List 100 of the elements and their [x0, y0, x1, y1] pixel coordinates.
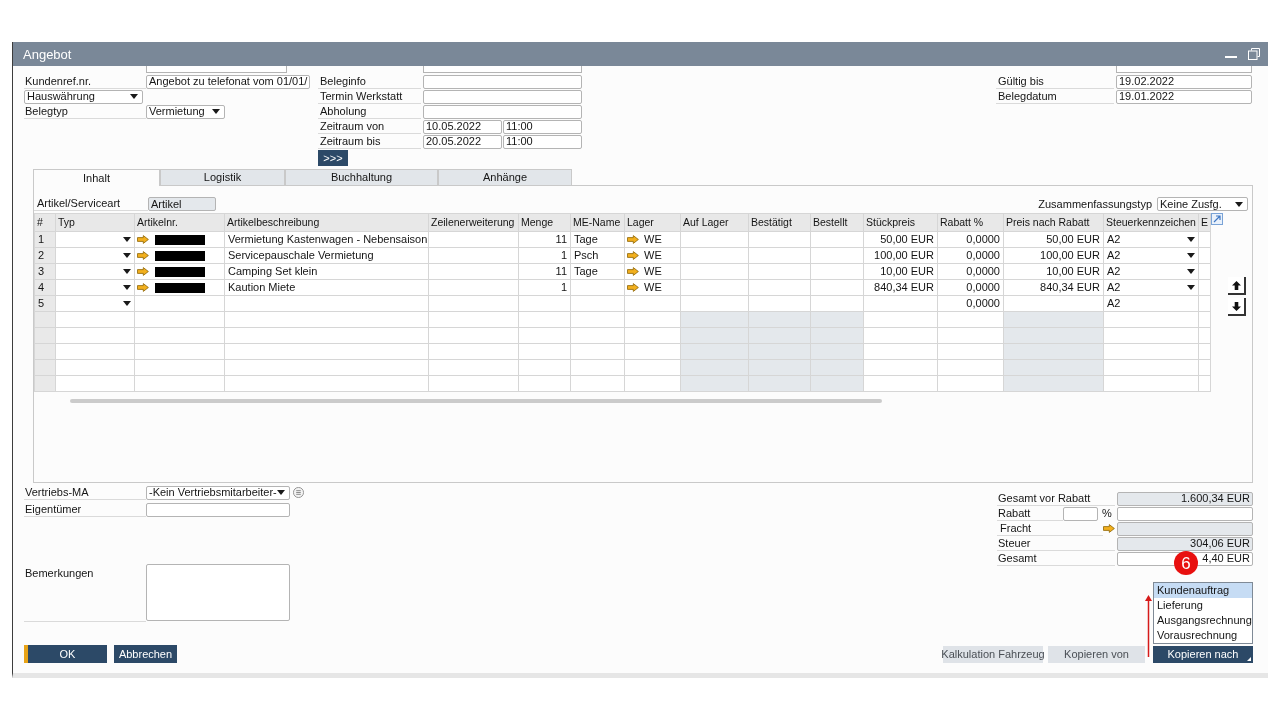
input-field[interactable]: [1063, 506, 1098, 521]
step-badge: 6: [1174, 551, 1198, 575]
input-field[interactable]: 11:00: [503, 134, 582, 149]
column-header[interactable]: Typ: [56, 214, 135, 232]
column-header[interactable]: Bestätigt: [749, 214, 811, 232]
menu-item[interactable]: Kundenauftrag: [1154, 583, 1252, 598]
column-header[interactable]: ME-Name: [571, 214, 625, 232]
column-header[interactable]: Rabatt %: [938, 214, 1004, 232]
arrow-right-icon[interactable]: [137, 267, 149, 276]
column-header[interactable]: Auf Lager: [681, 214, 749, 232]
column-header[interactable]: Steuerkennzeichen: [1104, 214, 1199, 232]
arrow-right-icon[interactable]: [627, 283, 639, 292]
dropdown[interactable]: Keine Zusfg.: [1157, 197, 1248, 211]
dropdown[interactable]: Hauswährung: [24, 89, 143, 104]
dropdown[interactable]: Vermietung: [146, 104, 225, 119]
caret-icon[interactable]: [1187, 269, 1195, 274]
input-field[interactable]: [146, 502, 290, 517]
input-field[interactable]: 1.600,34 EUR: [1117, 491, 1253, 506]
input-field[interactable]: 19.01.2022: [1116, 89, 1252, 104]
table-cell: [749, 280, 811, 296]
caret-icon[interactable]: [212, 109, 220, 114]
column-header[interactable]: Artikelbeschreibung: [225, 214, 429, 232]
caret-icon[interactable]: [1187, 253, 1195, 258]
input-field[interactable]: [1116, 66, 1252, 73]
input-field[interactable]: [146, 66, 287, 73]
tab[interactable]: Logistik: [160, 169, 285, 185]
tab[interactable]: Anhänge: [438, 169, 572, 185]
column-header[interactable]: Bestellt: [811, 214, 864, 232]
action-button[interactable]: Kalkulation Fahrzeug: [943, 646, 1043, 663]
caret-icon[interactable]: [123, 253, 131, 258]
field-label: Gültig bis: [996, 74, 1114, 89]
input-field[interactable]: Artikel: [148, 197, 216, 211]
restore-icon[interactable]: [1248, 48, 1260, 60]
column-header[interactable]: Stückpreis: [864, 214, 938, 232]
input-field[interactable]: [423, 74, 582, 89]
field-label: Belegtyp: [24, 104, 146, 119]
input-field[interactable]: 11:00: [503, 119, 582, 134]
dialog-button[interactable]: Abbrechen: [114, 645, 177, 663]
expand-icon[interactable]: [1211, 213, 1223, 225]
tab[interactable]: Inhalt: [33, 169, 160, 186]
cell-text: A2: [1107, 266, 1121, 277]
menu-button[interactable]: Kopieren nach: [1153, 646, 1253, 663]
arrow-right-icon[interactable]: [627, 251, 639, 260]
list-icon[interactable]: [293, 487, 304, 498]
column-header[interactable]: Lager: [625, 214, 681, 232]
caret-icon[interactable]: [123, 301, 131, 306]
table-cell[interactable]: A2: [1104, 264, 1199, 280]
input-field[interactable]: [1117, 521, 1253, 536]
horizontal-scrollbar[interactable]: [70, 399, 882, 403]
caret-icon[interactable]: [277, 490, 285, 495]
caret-icon[interactable]: [1235, 201, 1243, 207]
table-cell[interactable]: [56, 280, 135, 296]
input-field[interactable]: [1117, 506, 1253, 521]
input-field[interactable]: 10.05.2022: [423, 119, 502, 134]
table-cell[interactable]: A2: [1104, 280, 1199, 296]
input-field[interactable]: Angebot zu telefonat vom 01/01/: [146, 74, 310, 89]
caret-icon[interactable]: [1187, 285, 1195, 290]
table-cell[interactable]: [56, 232, 135, 248]
column-header[interactable]: Menge: [519, 214, 571, 232]
table-cell[interactable]: [56, 248, 135, 264]
input-field[interactable]: [423, 66, 582, 73]
more-button[interactable]: >>>: [318, 150, 348, 166]
input-field[interactable]: 304,06 EUR: [1117, 536, 1253, 551]
arrow-right-icon[interactable]: [627, 267, 639, 276]
input-field[interactable]: [423, 104, 582, 119]
column-header[interactable]: Artikelnr.: [135, 214, 225, 232]
table-cell: [749, 264, 811, 280]
table-cell[interactable]: [56, 264, 135, 280]
caret-icon[interactable]: [123, 269, 131, 274]
field-label: Beleginfo: [318, 74, 421, 89]
table-cell: 10,00 EUR: [1004, 264, 1104, 280]
arrow-right-icon[interactable]: [627, 235, 639, 244]
cell-text: A2: [1107, 282, 1121, 293]
field-label: Termin Werkstatt: [318, 89, 421, 104]
field-label: Belegdatum: [996, 89, 1114, 104]
text-area[interactable]: [146, 564, 290, 621]
arrow-right-icon[interactable]: [137, 235, 149, 244]
caret-icon[interactable]: [123, 285, 131, 290]
table-cell: [811, 280, 864, 296]
input-field[interactable]: 19.02.2022: [1116, 74, 1252, 89]
input-field[interactable]: 20.05.2022: [423, 134, 502, 149]
dropdown[interactable]: -Kein Vertriebsmitarbeiter-: [146, 485, 290, 500]
column-header[interactable]: Zeilenerweiterung: [429, 214, 519, 232]
move-down-button[interactable]: [1228, 298, 1246, 316]
arrow-right-icon[interactable]: [1103, 524, 1115, 533]
caret-icon[interactable]: [130, 94, 138, 99]
menu-item[interactable]: Ausgangsrechnung: [1154, 613, 1252, 628]
table-cell: [749, 248, 811, 264]
dialog-button[interactable]: OK: [24, 645, 107, 663]
table-cell: 1: [519, 280, 571, 296]
table-cell[interactable]: A2: [1104, 248, 1199, 264]
tab[interactable]: Buchhaltung: [285, 169, 438, 185]
arrow-right-icon[interactable]: [137, 251, 149, 260]
caret-icon[interactable]: [1187, 237, 1195, 242]
caret-icon[interactable]: [123, 237, 131, 242]
table-cell[interactable]: A2: [1104, 232, 1199, 248]
action-button[interactable]: Kopieren von: [1048, 646, 1145, 663]
column-header[interactable]: Preis nach Rabatt: [1004, 214, 1104, 232]
input-field[interactable]: [423, 89, 582, 104]
arrow-right-icon[interactable]: [137, 283, 149, 292]
